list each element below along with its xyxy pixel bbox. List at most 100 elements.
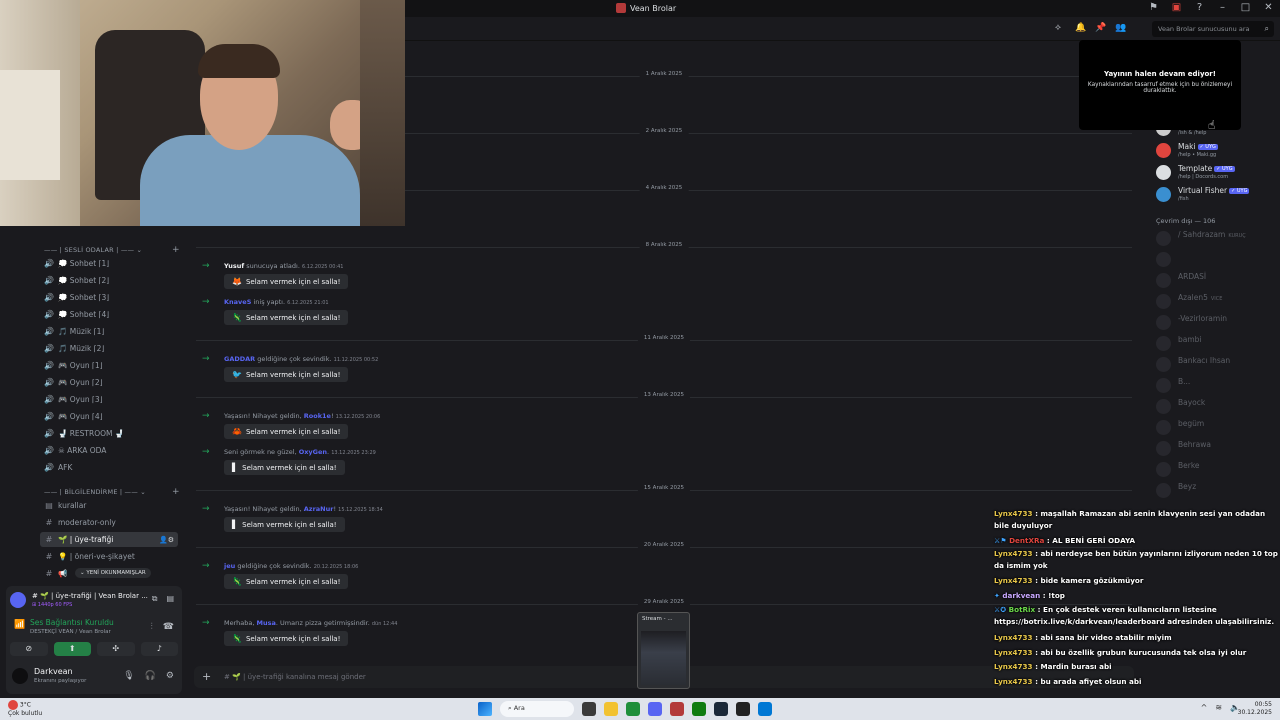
member-item[interactable]: Berke	[1156, 460, 1280, 480]
voice-channel[interactable]: 🔊 🎮 Oyun ⌈1⌋	[44, 358, 182, 373]
member-item[interactable]: Behrawa	[1156, 439, 1280, 459]
message-username[interactable]: OxyGen	[299, 448, 327, 456]
add-channel-icon[interactable]: +	[172, 245, 180, 255]
taskbar-search[interactable]: ⌕ Ara	[500, 701, 574, 717]
add-channel-icon[interactable]: +	[172, 487, 180, 497]
help-icon[interactable]: ?	[1194, 2, 1205, 13]
minimize-icon[interactable]: –	[1217, 2, 1228, 13]
edge-icon[interactable]	[758, 702, 772, 716]
close-icon[interactable]: ✕	[1263, 2, 1274, 13]
voice-channel[interactable]: 🔊 🎮 Oyun ⌈4⌋	[44, 409, 182, 424]
xbox-icon[interactable]	[692, 702, 706, 716]
category-info[interactable]: —— | BİLGİLENDİRME | —— ⌄ +	[44, 487, 180, 497]
message-username[interactable]: GADDAR	[224, 355, 255, 363]
wifi-icon[interactable]: ≋	[1215, 703, 1222, 712]
stream-thumbnail[interactable]: Stream - ...	[637, 612, 690, 689]
flag-icon[interactable]: ⚑	[1148, 2, 1159, 13]
message-username[interactable]: Musa	[257, 619, 276, 627]
camera-off-button[interactable]: ⊘	[10, 642, 48, 656]
text-channel[interactable]: ▤ kurallar	[44, 498, 182, 513]
voice-channel[interactable]: 🔊 🚽 RESTROOM 🚽	[44, 426, 182, 441]
member-item[interactable]: Maki ✓ UYG/help • Maki.gg	[1156, 141, 1280, 161]
headphones-icon[interactable]: 🎧	[145, 671, 156, 681]
member-item[interactable]: -Vezirloramin	[1156, 313, 1280, 333]
wave-button[interactable]: 🦎 Selam vermek için el salla!	[224, 310, 349, 325]
file-explorer-icon[interactable]	[604, 702, 618, 716]
text-channel[interactable]: # moderator-only	[44, 515, 182, 530]
member-item[interactable]: Template ✓ UYG/help | Docords.com	[1156, 163, 1280, 183]
add-attachment-icon[interactable]: +	[202, 670, 211, 683]
voice-channel-name[interactable]: DESTEKÇİ VEAN / Vean Brolar	[30, 629, 111, 635]
member-item[interactable]: Virtual Fisher ✓ UYG/fish	[1156, 185, 1280, 205]
members-icon[interactable]: 👥	[1115, 23, 1126, 33]
now-playing[interactable]: # 🌱 | üye-trafiği | Vean Brolar ... ⊞ 14…	[10, 590, 178, 612]
start-button[interactable]	[478, 702, 492, 716]
wave-button[interactable]: 🦀 Selam vermek için el salla!	[224, 424, 349, 439]
screen-share-icon[interactable]: ▣	[1171, 2, 1182, 13]
chevron-up-icon[interactable]: ^	[1201, 703, 1208, 712]
member-item[interactable]: ARDASİ	[1156, 271, 1280, 291]
search-input[interactable]: Vean Brolar sunucusunu ara ⌕	[1152, 21, 1274, 37]
wave-button[interactable]: 🦊 Selam vermek için el salla!	[224, 274, 349, 289]
settings-icon[interactable]: ⚙	[166, 671, 174, 681]
voice-channel[interactable]: 🔊 💭 Sohbet ⌈4⌋	[44, 307, 182, 322]
obs-icon[interactable]	[736, 702, 750, 716]
message-username[interactable]: jeu	[224, 562, 235, 570]
voice-channel[interactable]: 🔊 🎮 Oyun ⌈3⌋	[44, 392, 182, 407]
voice-channel[interactable]: 🔊 AFK	[44, 460, 182, 475]
member-item[interactable]: Bayock	[1156, 397, 1280, 417]
channel-settings-icon[interactable]: 👤⚙	[159, 536, 174, 544]
category-voice[interactable]: —— | SESLİ ODALAR | —— ⌄ +	[44, 245, 180, 255]
chrome-icon[interactable]	[626, 702, 640, 716]
message-username[interactable]: Rook1e	[304, 412, 331, 420]
task-view-icon[interactable]	[582, 702, 596, 716]
text-channel[interactable]: # 🌱 | üye-trafiği 👤⚙	[40, 532, 178, 547]
member-item[interactable]: / Sahdrazam KURUÇ	[1156, 229, 1280, 249]
message-username[interactable]: Yusuf	[224, 262, 244, 270]
steam-icon[interactable]	[714, 702, 728, 716]
username[interactable]: Darkvean	[34, 667, 73, 676]
text-channel[interactable]: # 💡 | öneri-ve-şikayet	[44, 549, 182, 564]
member-item[interactable]: Bankacı Ihsan	[1156, 355, 1280, 375]
wave-button[interactable]: 🐦 Selam vermek için el salla!	[224, 367, 349, 382]
message-username[interactable]: AzraNur	[304, 505, 334, 513]
voice-channel[interactable]: 🔊 💭 Sohbet ⌈2⌋	[44, 273, 182, 288]
voice-channel[interactable]: 🔊 💭 Sohbet ⌈3⌋	[44, 290, 182, 305]
member-item[interactable]: Azalen5 VICE	[1156, 292, 1280, 312]
soundboard-button[interactable]: ♪	[140, 642, 178, 656]
signal-icon[interactable]: 📶	[14, 620, 25, 630]
wave-button[interactable]: 🦎 Selam vermek için el salla!	[224, 574, 349, 589]
threads-icon[interactable]: ⟡	[1055, 23, 1065, 33]
voice-channel[interactable]: 🔊 🎮 Oyun ⌈2⌋	[44, 375, 182, 390]
message-username[interactable]: KnaveS	[224, 298, 251, 306]
voice-channel[interactable]: 🔊 🎵 Müzik ⌈1⌋	[44, 324, 182, 339]
member-item[interactable]: bambi	[1156, 334, 1280, 354]
voice-channel[interactable]: 🔊 💭 Sohbet ⌈1⌋	[44, 256, 182, 271]
wave-button[interactable]: 🦎 Selam vermek için el salla!	[224, 631, 349, 646]
clock[interactable]: 00:55 30.12.2025	[1238, 701, 1272, 717]
discord-taskbar-icon[interactable]	[648, 702, 662, 716]
member-item[interactable]: B...	[1156, 376, 1280, 396]
maximize-icon[interactable]: □	[1240, 2, 1251, 13]
unread-pill[interactable]: ⌄ YENİ OKUNMAMIŞLAR	[75, 568, 151, 578]
voice-channel[interactable]: 🔊 ☠ ARKA ODA	[44, 443, 182, 458]
activities-button[interactable]: ✣	[97, 642, 135, 656]
disconnect-icon[interactable]: ☎	[163, 622, 174, 632]
app-icon[interactable]	[670, 702, 684, 716]
noise-suppression-icon[interactable]: ⫶	[151, 622, 153, 632]
pin-icon[interactable]: 📌	[1095, 23, 1106, 33]
wave-button[interactable]: ▌ Selam vermek için el salla!	[224, 460, 345, 475]
avatar[interactable]	[12, 668, 28, 684]
bell-icon[interactable]: 🔔	[1075, 23, 1086, 33]
voice-status[interactable]: Ses Bağlantısı Kuruldu	[30, 618, 114, 627]
voice-channel[interactable]: 🔊 🎵 Müzik ⌈2⌋	[44, 341, 182, 356]
popout-icon[interactable]: ⧉	[152, 594, 158, 604]
mic-icon[interactable]: 🎙	[123, 671, 134, 681]
screen-icon[interactable]: ▤	[166, 594, 174, 604]
weather-widget[interactable]: 3°C Çok bulutlu	[8, 700, 42, 718]
member-item[interactable]: begüm	[1156, 418, 1280, 438]
member-item[interactable]	[1156, 250, 1280, 270]
wave-button[interactable]: ▌ Selam vermek için el salla!	[224, 517, 345, 532]
member-item[interactable]: Beyz	[1156, 481, 1280, 501]
screen-share-button[interactable]: ⬆	[53, 642, 91, 656]
